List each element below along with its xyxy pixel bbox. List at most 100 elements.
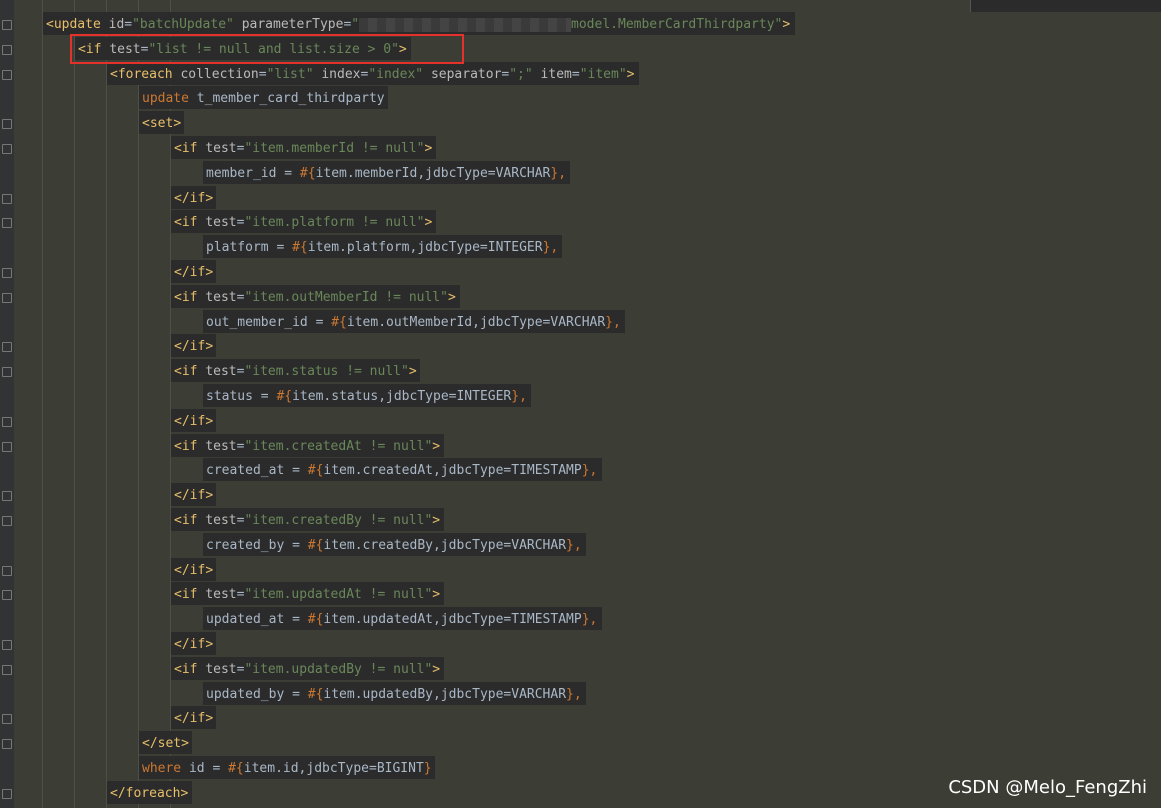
code-text: <if test="item.memberId != null"> [174, 140, 432, 158]
code-token: < [174, 513, 182, 528]
code-token: "index" [368, 66, 431, 82]
code-token: if [181, 661, 206, 677]
code-token: </ [174, 413, 190, 429]
code-token: item.updatedAt,jdbcType=TIMESTAMP [323, 612, 582, 628]
code-token: } [511, 389, 520, 404]
code-token: < [174, 289, 182, 305]
fold-toggle-icon[interactable] [2, 491, 12, 502]
code-token: , [613, 314, 621, 330]
code-token: created_by = [206, 537, 308, 553]
code-token: "item.createdAt != null" [244, 438, 433, 454]
code-text: <update id="batchUpdate" parameterType="… [46, 16, 790, 34]
fold-toggle-icon[interactable] [2, 119, 12, 130]
code-text: </if> [174, 710, 213, 728]
code-token: > [432, 513, 441, 528]
code-token: if [189, 339, 206, 355]
code-token: "list" [266, 66, 322, 82]
code-token: > [205, 190, 214, 206]
code-token: if [189, 637, 206, 652]
fold-toggle-icon[interactable] [2, 516, 12, 526]
code-token: } [566, 537, 574, 553]
code-text: status = #{item.status,jdbcType=INTEGER}… [206, 388, 527, 406]
code-token: "item.status != null" [244, 364, 409, 380]
code-token: index [321, 66, 361, 82]
code-token: updated_by = [206, 686, 308, 702]
code-text: </foreach> [110, 785, 188, 803]
code-text: <if test="item.status != null"> [174, 363, 417, 381]
code-token: > [432, 438, 441, 454]
fold-toggle-icon[interactable] [2, 788, 12, 799]
code-token: item [540, 66, 572, 82]
code-token: test [205, 289, 237, 305]
code-token: #{ [299, 165, 316, 181]
code-token: </ [110, 785, 126, 801]
fold-toggle-icon[interactable] [2, 640, 12, 650]
code-token: > [408, 364, 417, 380]
code-token: separator [430, 66, 502, 82]
fold-toggle-icon[interactable] [2, 590, 12, 601]
code-token: > [173, 116, 182, 132]
code-token: item.memberId,jdbcType=VARCHAR [315, 165, 551, 181]
code-token: , [519, 389, 527, 404]
code-token: > [205, 562, 214, 578]
fold-toggle-icon[interactable] [2, 714, 12, 725]
code-token: if [181, 215, 206, 231]
code-token: } [423, 761, 432, 776]
code-text: where id = #{item.id,jdbcType=BIGINT} [142, 760, 432, 778]
code-token: #{ [307, 537, 324, 553]
fold-toggle-icon[interactable] [2, 268, 12, 278]
code-token: if [181, 364, 206, 380]
code-token: #{ [276, 389, 293, 404]
fold-toggle-icon[interactable] [2, 292, 12, 303]
fold-toggle-icon[interactable] [2, 69, 12, 80]
code-token: if [189, 711, 206, 727]
code-token: id = [188, 761, 229, 776]
code-token: < [142, 116, 150, 132]
code-token: item.outMemberId,jdbcType=VARCHAR [346, 314, 606, 330]
code-token: if [189, 562, 206, 578]
code-text: </if> [174, 413, 213, 431]
fold-toggle-icon[interactable] [2, 664, 12, 675]
fold-toggle-icon[interactable] [2, 367, 12, 378]
fold-toggle-icon[interactable] [2, 441, 12, 452]
fold-toggle-icon[interactable] [2, 342, 12, 353]
code-token: } [566, 686, 574, 702]
code-token: , [589, 612, 598, 628]
code-token: id [108, 17, 125, 32]
code-token: "batchUpdate" [132, 17, 242, 32]
code-token: parameterType [241, 17, 344, 32]
code-text: created_at = #{item.createdAt,jdbcType=T… [206, 462, 597, 480]
code-token: #{ [307, 463, 324, 479]
code-text: created_by = #{item.createdBy,jdbcType=V… [206, 537, 582, 555]
code-token: test [205, 141, 237, 156]
code-text: update t_member_card_thirdparty [142, 90, 385, 108]
code-text: <if test="item.createdAt != null"> [174, 438, 440, 456]
code-token: #{ [228, 761, 244, 776]
code-token: test [205, 364, 237, 380]
code-token: if [189, 413, 206, 429]
fold-toggle-icon[interactable] [2, 193, 12, 204]
code-token: < [174, 661, 182, 677]
code-token: item.createdBy,jdbcType=VARCHAR [323, 537, 567, 553]
fold-toggle-icon[interactable] [2, 20, 12, 30]
code-text: <if test="item.updatedBy != null"> [174, 661, 440, 679]
code-token: created_at = [206, 463, 308, 479]
code-token: test [205, 215, 237, 231]
fold-toggle-icon[interactable] [2, 144, 12, 154]
code-token: </ [174, 562, 190, 578]
code-token: status = [206, 389, 277, 404]
fold-toggle-icon[interactable] [2, 739, 12, 750]
indent-guide [106, 0, 107, 808]
code-token: > [626, 66, 635, 82]
code-editor[interactable]: <update id="batchUpdate" parameterType="… [14, 0, 1161, 808]
code-text: </if> [174, 338, 213, 356]
code-token: > [205, 488, 214, 504]
fold-toggle-icon[interactable] [2, 44, 12, 55]
editor-top-bar [970, 0, 1161, 12]
code-token: if [189, 190, 206, 206]
fold-toggle-icon[interactable] [2, 218, 12, 229]
code-token: if [181, 289, 206, 305]
fold-toggle-icon[interactable] [2, 565, 12, 576]
fold-toggle-icon[interactable] [2, 416, 12, 427]
code-token: > [205, 711, 214, 727]
